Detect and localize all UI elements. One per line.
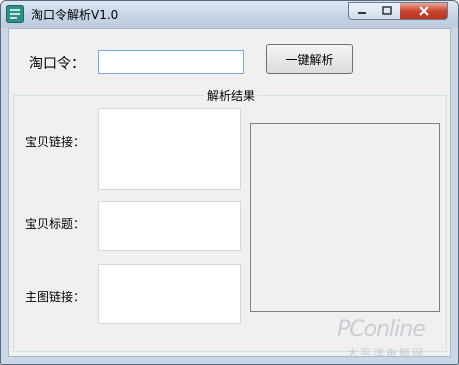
image-preview-panel [250, 123, 440, 312]
result-group-title: 解析结果 [204, 87, 259, 104]
watermark-subtitle: 太平洋电脑网 [347, 347, 425, 360]
app-window: 淘口令解析V1.0 淘口令： 一键解析 解析结果 宝贝链接： 宝贝标题： 主图链… [0, 0, 459, 365]
parse-button[interactable]: 一键解析 [266, 44, 353, 74]
window-title: 淘口令解析V1.0 [31, 8, 119, 22]
app-icon [6, 5, 24, 23]
maximize-icon [382, 6, 392, 15]
item-title-output[interactable] [98, 201, 241, 251]
close-button[interactable] [400, 2, 448, 20]
minimize-icon [357, 12, 366, 14]
main-image-link-label: 主图链接： [25, 290, 86, 304]
watermark-logo: PConline [337, 317, 426, 342]
taokouling-label: 淘口令： [29, 56, 85, 72]
item-title-label: 宝贝标题： [25, 217, 86, 231]
minimize-button[interactable] [348, 2, 375, 20]
main-image-link-output[interactable] [98, 264, 241, 324]
close-icon [418, 6, 429, 16]
item-link-output[interactable] [98, 108, 241, 190]
title-bar[interactable]: 淘口令解析V1.0 [1, 1, 458, 28]
maximize-button[interactable] [374, 2, 401, 20]
client-area: 淘口令： 一键解析 解析结果 宝贝链接： 宝贝标题： 主图链接： PConlin… [8, 28, 451, 360]
taokouling-input[interactable] [98, 50, 244, 74]
item-link-label: 宝贝链接： [25, 135, 86, 149]
